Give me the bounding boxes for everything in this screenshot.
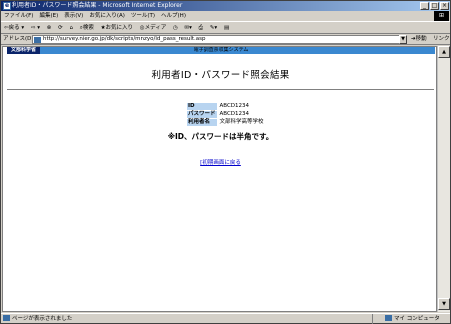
media-label: メディア: [144, 25, 167, 31]
back-button[interactable]: ⇦戻る ▾: [2, 22, 26, 34]
address-url: http://survey.nier.go.jp/dk/scripts/mnzy…: [43, 36, 206, 42]
edit-icon[interactable]: ✎▾: [208, 22, 219, 34]
table-row: ID ABCD1234: [187, 103, 265, 110]
forward-button[interactable]: ⇨ ▾: [29, 22, 42, 34]
half-width-note: ※ID、パスワードは半角です。: [167, 132, 274, 141]
user-name-label: 利用者名: [187, 119, 217, 126]
address-dropdown-icon[interactable]: ▼: [399, 35, 407, 44]
go-button[interactable]: ➔移動: [411, 34, 427, 44]
menu-edit[interactable]: 編集(E): [36, 11, 61, 21]
address-bar: アドレス(D) http://survey.nier.go.jp/dk/scri…: [1, 34, 450, 45]
id-label: ID: [187, 103, 217, 110]
refresh-icon[interactable]: ⟳: [56, 22, 65, 34]
page-content: 電子調査票収集システム 文部科学省 利用者ID・パスワード照会結果 ID ABC…: [2, 46, 437, 312]
title-bar[interactable]: e 利用者ID・パスワード照会結果 - Microsoft Internet E…: [1, 1, 450, 11]
status-bar: ページが表示されました マイ コンピュータ: [1, 313, 450, 324]
security-zone: マイ コンピュータ: [394, 316, 440, 322]
header-bar: 電子調査票収集システム 文部科学省: [7, 47, 435, 54]
favorites-button[interactable]: ★お気に入り: [99, 22, 135, 34]
computer-icon: [385, 315, 392, 321]
back-label: 戻る: [8, 25, 20, 31]
divider: [7, 89, 434, 90]
print-icon[interactable]: ⎙: [197, 22, 205, 34]
mail-icon[interactable]: ✉▾: [183, 22, 194, 34]
menu-help[interactable]: ヘルプ(H): [158, 11, 189, 21]
minimize-button[interactable]: _: [420, 2, 429, 10]
discuss-icon[interactable]: ▤: [222, 22, 231, 34]
menu-file[interactable]: ファイル(F): [1, 11, 36, 21]
close-button[interactable]: ×: [440, 2, 449, 10]
result-table: ID ABCD1234 パスワード ABCD1234 利用者名 文部科学高等学校: [186, 102, 266, 127]
menu-view[interactable]: 表示(V): [61, 11, 86, 21]
search-button[interactable]: ⌕検索: [78, 22, 96, 34]
page-title: 利用者ID・パスワード照会結果: [151, 70, 290, 81]
maximize-button[interactable]: □: [430, 2, 439, 10]
menu-favorites[interactable]: お気に入り(A): [86, 11, 128, 21]
address-input[interactable]: http://survey.nier.go.jp/dk/scripts/mnzy…: [32, 35, 400, 44]
table-row: パスワード ABCD1234: [187, 111, 265, 118]
browser-window: e 利用者ID・パスワード照会結果 - Microsoft Internet E…: [0, 0, 451, 324]
password-value: ABCD1234: [219, 111, 250, 117]
menu-tools[interactable]: ツール(T): [128, 11, 158, 21]
toolbar: ⇦戻る ▾ ⇨ ▾ ⊗ ⟳ ⌂ ⌕検索 ★お気に入り ◎メディア ◷ ✉▾ ⎙ …: [1, 21, 450, 34]
history-icon[interactable]: ◷: [171, 22, 180, 34]
ie-icon: e: [3, 2, 11, 10]
page-icon: [34, 37, 41, 43]
password-label: パスワード: [187, 111, 217, 118]
page-done-icon: [3, 315, 10, 321]
windows-logo-icon: ⊞: [434, 11, 449, 21]
vertical-scrollbar[interactable]: ▲ ▼: [437, 46, 450, 312]
system-name: 電子調査票収集システム: [193, 47, 249, 53]
home-icon[interactable]: ⌂: [67, 22, 75, 34]
menu-bar: ファイル(F) 編集(E) 表示(V) お気に入り(A) ツール(T) ヘルプ(H): [1, 11, 450, 21]
search-label: 検索: [82, 25, 94, 31]
stop-icon[interactable]: ⊗: [45, 22, 54, 34]
table-row: 利用者名 文部科学高等学校: [187, 119, 265, 126]
favorites-label: お気に入り: [105, 25, 134, 31]
back-to-start-link[interactable]: [初期画面に戻る: [200, 160, 241, 166]
status-message: ページが表示されました: [12, 316, 73, 322]
go-label: 移動: [415, 36, 427, 42]
id-value: ABCD1234: [219, 103, 250, 109]
address-label: アドレス(D): [3, 36, 34, 42]
links-button[interactable]: リンク: [433, 34, 450, 44]
scroll-down-icon[interactable]: ▼: [438, 298, 450, 310]
media-button[interactable]: ◎メディア: [138, 22, 168, 34]
user-name-value: 文部科学高等学校: [219, 119, 264, 125]
scroll-up-icon[interactable]: ▲: [438, 46, 450, 58]
ministry-logo: 文部科学省: [7, 47, 41, 54]
window-title: 利用者ID・パスワード照会結果 - Microsoft Internet Exp…: [12, 2, 183, 9]
